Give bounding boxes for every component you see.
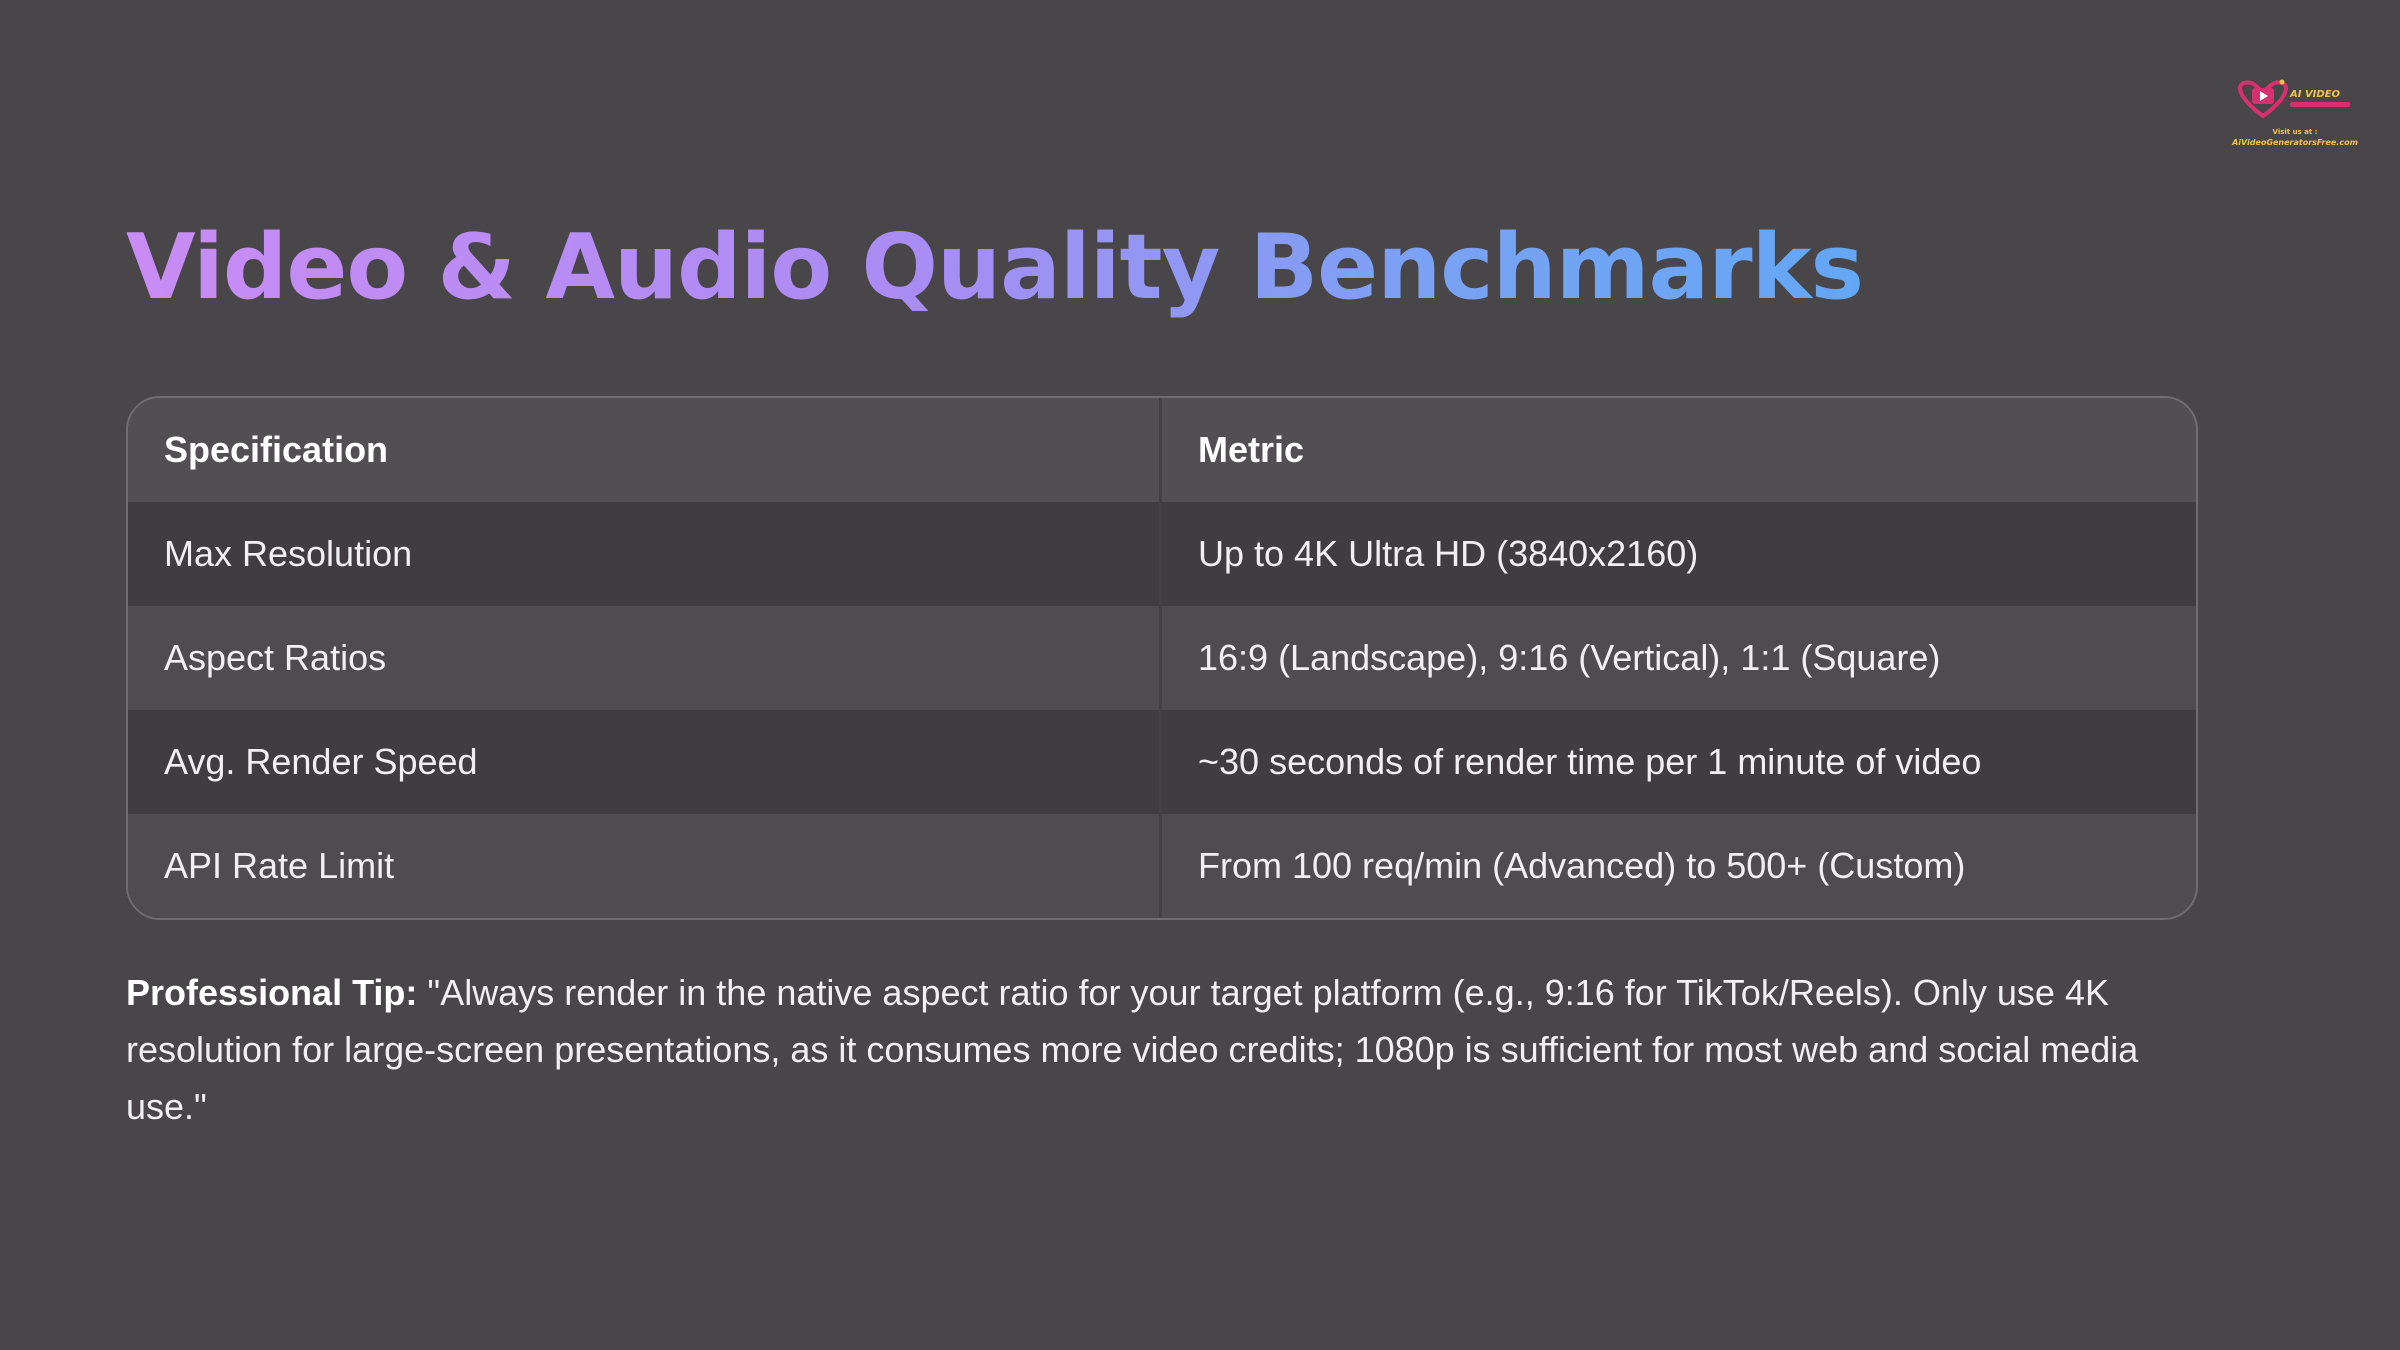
- page-title: Video & Audio Quality Benchmarks: [126, 212, 1864, 324]
- table-cell-spec: Max Resolution: [128, 502, 1162, 606]
- benchmarks-table: Specification Metric Max Resolution Up t…: [126, 396, 2198, 920]
- logo-visit-text: Visit us at :: [2272, 128, 2318, 136]
- table-cell-metric: 16:9 (Landscape), 9:16 (Vertical), 1:1 (…: [1198, 637, 1941, 678]
- brand-logo[interactable]: AI VIDEO Visit us at : AiVideoGenerators…: [2226, 72, 2364, 154]
- tip-text: "Always render in the native aspect rati…: [126, 972, 2139, 1127]
- table-cell-metric: Up to 4K Ultra HD (3840x2160): [1198, 533, 1699, 574]
- table-header-row: Specification Metric: [128, 398, 2196, 502]
- table-header-cell: Specification: [128, 398, 1162, 502]
- tip-label: Professional Tip:: [126, 972, 418, 1013]
- table-row: Avg. Render Speed ~30 seconds of render …: [128, 710, 2196, 814]
- logo-brand-text: AI VIDEO: [2290, 89, 2341, 100]
- table-row: Aspect Ratios 16:9 (Landscape), 9:16 (Ve…: [128, 606, 2196, 710]
- logo-url-text: AiVideoGeneratorsFree.com: [2232, 138, 2358, 147]
- professional-tip: Professional Tip: "Always render in the …: [126, 964, 2216, 1135]
- table-cell-metric: From 100 req/min (Advanced) to 500+ (Cus…: [1198, 845, 1966, 886]
- logo-tagline-bar: [2290, 102, 2350, 107]
- table-cell-metric: ~30 seconds of render time per 1 minute …: [1198, 741, 1982, 782]
- table-header-cell: Metric: [1198, 429, 1305, 470]
- play-heart-logo-icon: [2237, 79, 2289, 119]
- table-cell-spec: API Rate Limit: [128, 814, 1162, 918]
- table-cell-spec: Avg. Render Speed: [128, 710, 1162, 814]
- table-cell-spec: Aspect Ratios: [128, 606, 1162, 710]
- table-row: Max Resolution Up to 4K Ultra HD (3840x2…: [128, 502, 2196, 606]
- table-row: API Rate Limit From 100 req/min (Advance…: [128, 814, 2196, 918]
